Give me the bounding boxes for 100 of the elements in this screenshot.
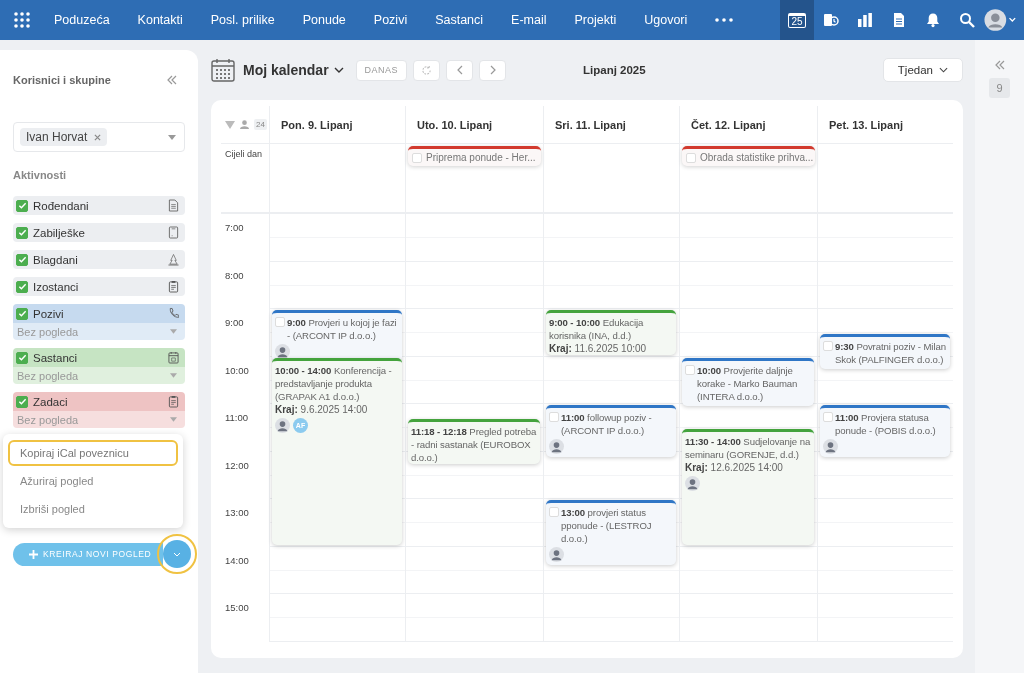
calendar-select[interactable]: Moj kalendar (241, 62, 344, 78)
hour-label: 7:00 (224, 221, 245, 233)
refresh-button[interactable] (413, 59, 441, 81)
chevron-right-icon (489, 65, 496, 75)
checkbox[interactable] (16, 351, 28, 364)
checkbox[interactable] (16, 199, 28, 212)
nav-link[interactable]: Ponude (302, 13, 346, 27)
checkbox[interactable] (16, 395, 28, 408)
all-day-slot[interactable]: Obrada statistike prihva... (679, 144, 817, 214)
event-text: 13:00 provjeri status pponude - (LESTROJ d.o.o.) (561, 506, 653, 545)
event-end-time: Kraj: 11.6.2025 10:00 (549, 342, 648, 355)
period-title: Lipanj 2025 (583, 64, 646, 76)
calendar-button[interactable]: 25 (780, 0, 814, 40)
event-end-time: Kraj: 9.6.2025 14:00 (275, 402, 369, 416)
nav-link[interactable]: Poduzeća (54, 13, 110, 27)
checkbox[interactable] (16, 307, 28, 320)
more-icon[interactable] (715, 18, 734, 22)
note-icon (168, 226, 179, 239)
avatar-icon (984, 8, 1018, 32)
day-header: Pet. 13. Lipanj (829, 118, 903, 131)
search-icon (959, 12, 975, 28)
event-text: 9:00 - 10:00 Edukacija korisnika (INA, d.d.) (549, 316, 645, 342)
event-title: Priprema ponude - Her... (426, 152, 536, 163)
dropdown-arrow-icon (170, 373, 177, 378)
avatar-icon (549, 547, 564, 562)
event-text: 11:30 - 14:00 Sudjelovanje na seminaru (GORENJE, d.d.) (685, 434, 811, 461)
dropdown-arrow-icon (168, 134, 176, 140)
activity-filter[interactable]: Sastanci (13, 348, 185, 367)
meeting-event[interactable]: 11:18 - 12:18 Pregled potreba - radni sastanak (EUROBOX d.o.o.) (408, 419, 540, 464)
sidebar-title: Korisnici i skupine (13, 74, 111, 86)
hour-label: 14:00 (224, 553, 250, 566)
calendar-icon (211, 58, 235, 82)
collapse-icon[interactable] (167, 75, 177, 85)
count-badge: 24 (254, 119, 267, 130)
nav-link[interactable]: Sastanci (435, 13, 484, 27)
all-day-event[interactable]: Priprema ponude - Her... (408, 146, 541, 166)
nav-link[interactable]: E-mail (511, 13, 547, 27)
checkbox[interactable] (16, 226, 28, 239)
day-header: Uto. 10. Lipanj (417, 118, 493, 131)
event-text: 10:00 Provjerite daljnje korake - Marko Bauman (INTERA d.o.o.) (697, 363, 799, 403)
chevron-down-icon (333, 67, 344, 73)
all-day-slot[interactable]: Priprema ponude - Her... (405, 144, 543, 214)
all-day-event[interactable]: Obrada statistike prihva... (682, 146, 815, 166)
dropdown-arrow-icon (170, 329, 177, 334)
event-text: 11:18 - 12:18 Pregled potreba - radni sastanak (EUROBOX d.o.o.) (411, 425, 537, 464)
day-header: Pon. 9. Lipanj (281, 118, 353, 131)
call-event[interactable]: 13:00 provjeri status pponude - (LESTROJ d.o.o.) (546, 500, 676, 565)
call-event[interactable]: 9:00 Provjeri u kojoj je fazi - (ARCONT IP d.o.o.) (272, 310, 402, 362)
event-title: Obrada statistike prihva... (700, 152, 814, 163)
nav-link[interactable]: Kontakti (137, 13, 183, 27)
expand-icon[interactable] (994, 60, 1005, 70)
menu-item[interactable]: Izbriši pogled (8, 496, 178, 522)
nav-link[interactable]: Ugovori (644, 13, 688, 27)
previous-button[interactable] (446, 59, 474, 81)
call-event[interactable]: 11:00 Provjera statusa ponude - (POBIS d.o.o.) (820, 405, 950, 457)
next-button[interactable] (479, 59, 507, 81)
calendar-icon (168, 351, 179, 364)
dropdown-arrow-icon (170, 417, 177, 422)
activity-filter[interactable]: Blagdani (13, 250, 185, 269)
day-header: Čet. 12. Lipanj (691, 118, 766, 131)
menu-item[interactable]: Ažuriraj pogled (8, 468, 178, 494)
activity-filter[interactable]: Izostanci (13, 277, 185, 296)
hour-label: 11:00 (224, 411, 250, 423)
plus-icon (29, 549, 38, 559)
event-text: 9:30 Povratni poziv - Milan Skok (PALFINGER d.o.o.) (835, 339, 947, 366)
hour-label: 9:00 (224, 316, 245, 328)
avatar-icon (549, 439, 564, 454)
remove-icon[interactable] (94, 133, 102, 141)
menu-item[interactable]: Kopiraj iCal poveznicu (8, 440, 178, 466)
avatar-icon (275, 344, 290, 359)
user-select-field[interactable]: Ivan Horvat (13, 122, 185, 152)
apps-grid-icon[interactable] (14, 12, 30, 28)
filter-icon[interactable] (225, 120, 235, 129)
hour-label: 10:00 (224, 363, 250, 376)
user-name: Ivan Horvat (26, 130, 88, 144)
activity-filter[interactable]: Zadaci (13, 392, 185, 411)
document-icon (168, 199, 179, 212)
checkbox[interactable] (16, 280, 28, 293)
checkbox[interactable] (16, 253, 28, 266)
nav-link[interactable]: Pozivi (373, 13, 408, 27)
section-title: Aktivnosti (13, 169, 68, 181)
nav-link[interactable]: Projekti (574, 13, 617, 27)
person-icon[interactable] (240, 120, 249, 129)
meeting-event[interactable]: 9:00 - 10:00 Edukacija korisnika (INA, d.d.) Kraj: 11.6.2025 10:00 (546, 310, 676, 355)
view-select[interactable]: Tjedan (882, 58, 963, 82)
call-event[interactable]: 9:30 Povratni poziv - Milan Skok (PALFINGER d.o.o.) (820, 333, 950, 369)
all-day-label: Cijeli dan (225, 149, 263, 159)
clipboard-icon (168, 280, 179, 293)
count-badge: 9 (989, 78, 1010, 98)
bar-chart-icon (857, 12, 873, 28)
activity-filter[interactable]: Zabilješke (13, 223, 185, 242)
activity-filter[interactable]: Pozivi (13, 304, 185, 323)
meeting-event[interactable]: 11:30 - 14:00 Sudjelovanje na seminaru (GORENJE, d.d.) Kraj: 12.6.2025 14:00 (682, 428, 814, 545)
call-event[interactable]: 11:00 followup poziv - (ARCONT IP d.o.o.) (546, 405, 676, 457)
hour-label: 12:00 (224, 458, 250, 471)
event-text: 10:00 - 14:00 Konferencija - predstavljanje produkta (GRAPAK A1 d.o.o.) (275, 363, 393, 403)
phone-icon (168, 307, 179, 320)
call-event[interactable]: 10:00 Provjerite daljnje korake - Marko Bauman (INTERA d.o.o.) (682, 357, 814, 406)
activity-filter[interactable]: Rođendani (13, 196, 185, 215)
nav-link[interactable]: Posl. prilike (210, 13, 275, 27)
